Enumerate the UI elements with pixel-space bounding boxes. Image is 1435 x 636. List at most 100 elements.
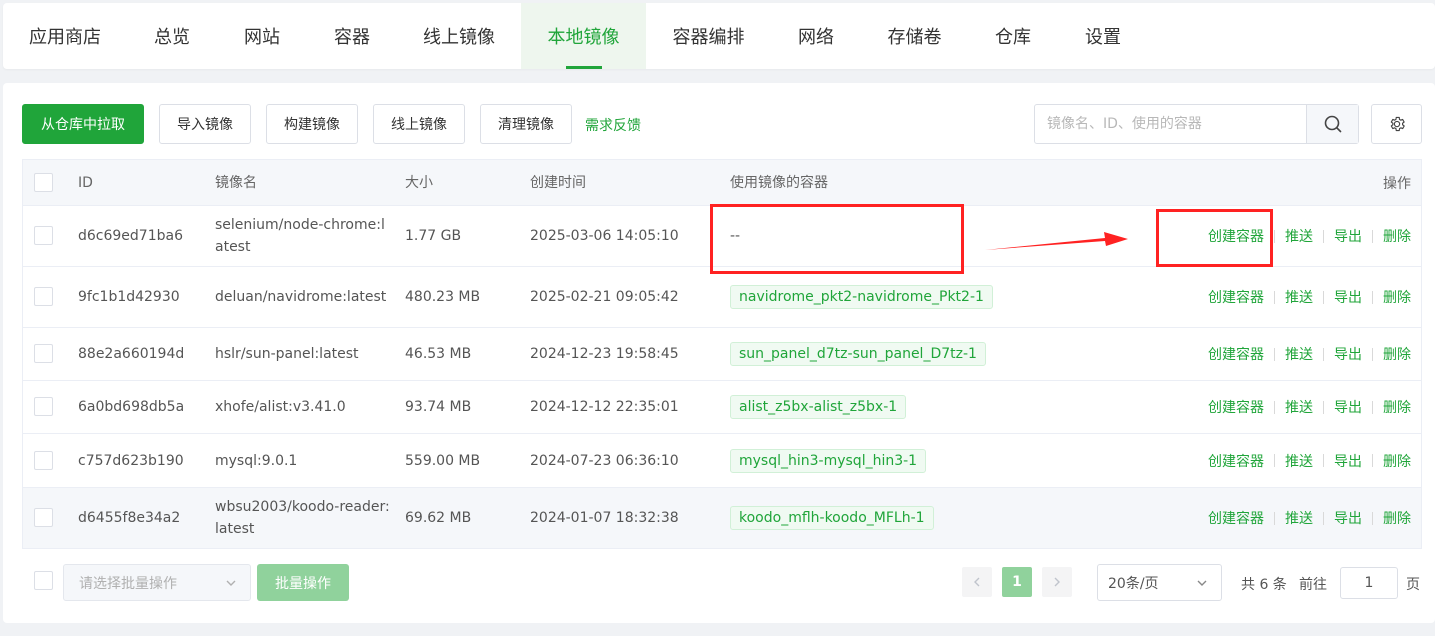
image-created: 2024-07-23 06:36:10 [530,452,679,469]
push-link[interactable]: 推送 [1285,344,1313,364]
batch-select-checkbox[interactable] [34,571,53,590]
tab-containers[interactable]: 容器 [307,3,397,69]
push-link[interactable]: 推送 [1285,451,1313,471]
tab-label: 仓库 [995,27,1031,48]
divider [1323,229,1324,243]
export-link[interactable]: 导出 [1334,226,1362,246]
online-images-button[interactable]: 线上镜像 [373,104,465,144]
export-link[interactable]: 导出 [1334,508,1362,528]
tab-network[interactable]: 网络 [771,3,861,69]
feedback-link[interactable]: 需求反馈 [585,115,641,135]
table-row: 9fc1b1d42930 deluan/navidrome:latest 480… [23,267,1421,328]
create-container-link[interactable]: 创建容器 [1208,397,1264,417]
next-page-button[interactable] [1042,567,1072,597]
build-image-button[interactable]: 构建镜像 [266,104,358,144]
divider [1274,454,1275,467]
create-container-link[interactable]: 创建容器 [1208,344,1264,364]
image-containers: mysql_hin3-mysql_hin3-1 [730,448,927,473]
container-tag[interactable]: mysql_hin3-mysql_hin3-1 [730,448,927,473]
search-input[interactable] [1035,105,1306,143]
row-checkbox[interactable] [34,226,53,245]
table-row: d6455f8e34a2 wbsu2003/koodo-reader:lates… [23,488,1421,548]
pull-from-registry-button[interactable]: 从仓库中拉取 [22,104,144,144]
import-image-button[interactable]: 导入镜像 [159,104,251,144]
tab-registry[interactable]: 仓库 [968,3,1058,69]
tab-compose[interactable]: 容器编排 [646,3,771,69]
delete-link[interactable]: 删除 [1383,451,1411,471]
divider [1323,290,1324,304]
image-containers: sun_panel_d7tz-sun_panel_D7tz-1 [730,342,986,366]
create-container-link[interactable]: 创建容器 [1208,451,1264,471]
tab-websites[interactable]: 网站 [217,3,307,69]
row-checkbox[interactable] [34,450,53,470]
tab-settings[interactable]: 设置 [1058,3,1148,69]
delete-link[interactable]: 删除 [1383,344,1411,364]
top-nav: 应用商店 总览 网站 容器 线上镜像 本地镜像 容器编排 网络 存储卷 仓库 设… [3,3,1435,69]
image-id: 9fc1b1d42930 [78,289,180,305]
table-row: 88e2a660194d hslr/sun-panel:latest 46.53… [23,328,1421,381]
tab-label: 容器编排 [672,27,745,48]
prev-page-button[interactable] [962,567,992,597]
container-tag[interactable]: sun_panel_d7tz-sun_panel_D7tz-1 [730,342,986,366]
main-panel: 从仓库中拉取 导入镜像 构建镜像 线上镜像 清理镜像 需求反馈 ID 镜像名 大… [3,83,1435,623]
push-link[interactable]: 推送 [1285,226,1313,246]
push-link[interactable]: 推送 [1285,508,1313,528]
image-containers: koodo_mflh-koodo_MFLh-1 [730,506,934,530]
batch-operation-select[interactable]: 请选择批量操作 [63,564,251,601]
image-size: 93.74 MB [405,399,472,415]
delete-link[interactable]: 删除 [1383,397,1411,417]
row-actions: 创建容器 推送 导出 删除 [1208,451,1411,471]
create-container-link[interactable]: 创建容器 [1208,508,1264,528]
tab-online-images[interactable]: 线上镜像 [397,3,521,69]
page-number-current[interactable]: 1 [1002,567,1032,597]
push-link[interactable]: 推送 [1285,397,1313,417]
delete-link[interactable]: 删除 [1383,226,1411,246]
select-all-checkbox[interactable] [34,172,53,192]
row-checkbox[interactable] [34,287,53,306]
image-name: hslr/sun-panel:latest [215,346,359,362]
goto-page-input[interactable] [1340,567,1398,599]
header-created: 创建时间 [530,174,586,191]
tab-local-images[interactable]: 本地镜像 [521,3,646,69]
container-tag[interactable]: alist_z5bx-alist_z5bx-1 [730,395,907,419]
batch-operation-button[interactable]: 批量操作 [257,564,349,601]
chevron-right-icon [1054,577,1060,587]
table-row: 6a0bd698db5a xhofe/alist:v3.41.0 93.74 M… [23,381,1421,434]
row-checkbox[interactable] [34,508,53,527]
divider [1372,229,1373,243]
search-box [1034,104,1359,144]
export-link[interactable]: 导出 [1334,287,1362,307]
table-header: ID 镜像名 大小 创建时间 使用镜像的容器 操作 [23,160,1421,206]
container-tag[interactable]: navidrome_pkt2-navidrome_Pkt2-1 [730,285,993,309]
settings-button[interactable] [1371,104,1422,144]
row-checkbox[interactable] [34,344,53,363]
tab-volumes[interactable]: 存储卷 [861,3,968,69]
chevron-down-icon [226,580,236,586]
row-checkbox[interactable] [34,397,53,416]
image-name: mysql:9.0.1 [215,452,298,469]
image-name: wbsu2003/koodo-reader:latest [215,499,390,537]
export-link[interactable]: 导出 [1334,397,1362,417]
export-link[interactable]: 导出 [1334,344,1362,364]
image-name: selenium/node-chrome:latest [215,217,385,255]
divider [1274,347,1275,361]
create-container-link[interactable]: 创建容器 [1208,287,1264,307]
tab-app-store[interactable]: 应用商店 [3,3,127,69]
delete-link[interactable]: 删除 [1383,287,1411,307]
total-count: 共 6 条 [1241,577,1287,593]
page-unit-label: 页 [1406,577,1420,593]
push-link[interactable]: 推送 [1285,287,1313,307]
container-tag[interactable]: koodo_mflh-koodo_MFLh-1 [730,506,934,530]
image-size: 69.62 MB [405,510,472,526]
clean-images-button[interactable]: 清理镜像 [480,104,572,144]
export-link[interactable]: 导出 [1334,451,1362,471]
tab-overview[interactable]: 总览 [127,3,217,69]
tab-label: 容器 [334,27,370,48]
page-size-select[interactable]: 20条/页 [1097,564,1222,601]
row-actions: 创建容器 推送 导出 删除 [1208,344,1411,364]
tab-label: 存储卷 [887,27,942,48]
annotation-arrow-icon [985,232,1128,250]
delete-link[interactable]: 删除 [1383,508,1411,528]
search-button[interactable] [1306,105,1358,143]
image-size: 480.23 MB [405,289,481,305]
